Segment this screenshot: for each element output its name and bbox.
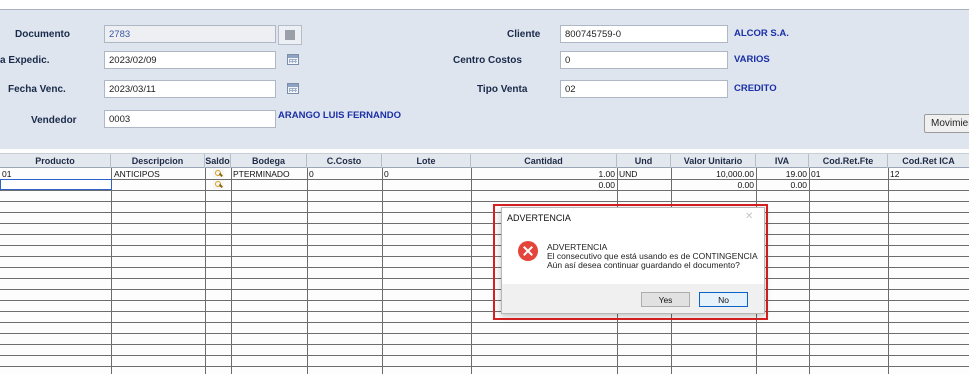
col-bodega[interactable]: Bodega	[231, 154, 307, 168]
producto-edit-input[interactable]	[0, 179, 112, 190]
cliente-label: Cliente	[507, 29, 541, 40]
warning-dialog: ADVERTENCIA ✕ ADVERTENCIA El consecutivo…	[501, 207, 765, 314]
row1-cod-ret-fte[interactable]: 01	[811, 169, 886, 180]
col-cod-ret-ica[interactable]: Cod.Ret ICA	[888, 154, 969, 168]
row2-iva[interactable]: 0.00	[758, 180, 807, 191]
vendedor-field[interactable]: 0003	[104, 110, 276, 128]
row1-und[interactable]: UND	[619, 169, 669, 180]
tipo-venta-field[interactable]: 02	[560, 80, 728, 98]
documento-label: Documento	[15, 29, 70, 40]
grid-row-divider	[0, 322, 969, 323]
grid-row-divider	[0, 223, 969, 224]
no-button[interactable]: No	[699, 292, 748, 307]
col-und[interactable]: Und	[617, 154, 671, 168]
row1-lote[interactable]: 0	[384, 169, 468, 180]
row1-cantidad[interactable]: 1.00	[473, 169, 615, 180]
cliente-field[interactable]: 800745759-0	[560, 25, 728, 43]
col-ccosto[interactable]: C.Costo	[307, 154, 382, 168]
grid-row-divider	[0, 212, 969, 213]
calendar-icon[interactable]	[287, 83, 299, 94]
yes-button[interactable]: Yes	[641, 292, 690, 307]
search-icon[interactable]	[213, 169, 224, 178]
col-valor-unitario[interactable]: Valor Unitario	[671, 154, 756, 168]
error-icon	[518, 241, 538, 261]
calendar-icon[interactable]	[287, 54, 299, 65]
col-cod-ret-fte[interactable]: Cod.Ret.Fte	[809, 154, 888, 168]
fecha-expedicion-field[interactable]: 2023/02/09	[104, 51, 276, 69]
dialog-title: ADVERTENCIA	[507, 213, 571, 223]
grid-row-divider	[0, 366, 969, 367]
grid-row-divider	[0, 311, 969, 312]
vendedor-label: Vendedor	[31, 115, 77, 126]
grid-row-divider	[0, 333, 969, 334]
grid-header: Producto Descripcion Saldo Bodega C.Cost…	[0, 153, 969, 168]
row1-ccosto[interactable]: 0	[309, 169, 379, 180]
tipo-venta-name: CREDITO	[734, 83, 777, 94]
grid-row-divider	[0, 355, 969, 356]
col-lote[interactable]: Lote	[382, 154, 471, 168]
centro-costos-name: VARIOS	[734, 54, 770, 65]
grid-row-divider	[0, 256, 969, 257]
centro-costos-label: Centro Costos	[453, 55, 522, 66]
row2-cantidad[interactable]: 0.00	[473, 180, 615, 191]
fecha-expedicion-label: a Expedic.	[0, 55, 50, 66]
row2-valor-unitario[interactable]: 0.00	[673, 180, 754, 191]
grid-row-divider	[0, 234, 969, 235]
search-icon[interactable]	[213, 180, 224, 189]
grid-row-divider	[0, 344, 969, 345]
documento-lookup-button[interactable]	[278, 25, 302, 45]
grid-row-divider	[0, 300, 969, 301]
grid-row-divider	[0, 267, 969, 268]
grid-row-divider	[0, 278, 969, 279]
grid-row-divider	[0, 289, 969, 290]
documento-field[interactable]: 2783	[104, 25, 276, 43]
row1-valor-unitario[interactable]: 10,000.00	[673, 169, 754, 180]
movimientos-button[interactable]: Movimient	[924, 114, 969, 133]
dialog-message-line2: Aún así desea continuar guardando el doc…	[547, 260, 740, 270]
col-cantidad[interactable]: Cantidad	[471, 154, 617, 168]
cliente-name: ALCOR S.A.	[734, 28, 789, 39]
row1-producto[interactable]: 01	[2, 169, 102, 180]
col-descripcion[interactable]: Descripcion	[111, 154, 205, 168]
col-saldo[interactable]: Saldo	[205, 154, 231, 168]
col-iva[interactable]: IVA	[756, 154, 809, 168]
row1-iva[interactable]: 19.00	[758, 169, 807, 180]
row1-cod-ret-ica[interactable]: 12	[890, 169, 967, 180]
row1-descripcion[interactable]: ANTICIPOS	[114, 169, 202, 180]
centro-costos-field[interactable]: 0	[560, 51, 728, 69]
grid-row-divider	[0, 201, 969, 202]
close-icon[interactable]: ✕	[745, 211, 753, 222]
tipo-venta-label: Tipo Venta	[477, 84, 528, 95]
square-icon	[285, 30, 295, 40]
fecha-vencimiento-label: Fecha Venc.	[8, 84, 66, 95]
fecha-vencimiento-field[interactable]: 2023/03/11	[104, 80, 276, 98]
vendedor-name: ARANGO LUIS FERNANDO	[278, 110, 401, 121]
grid-row-divider	[0, 245, 969, 246]
col-producto[interactable]: Producto	[0, 154, 111, 168]
row1-bodega[interactable]: PTERMINADO	[233, 169, 305, 180]
